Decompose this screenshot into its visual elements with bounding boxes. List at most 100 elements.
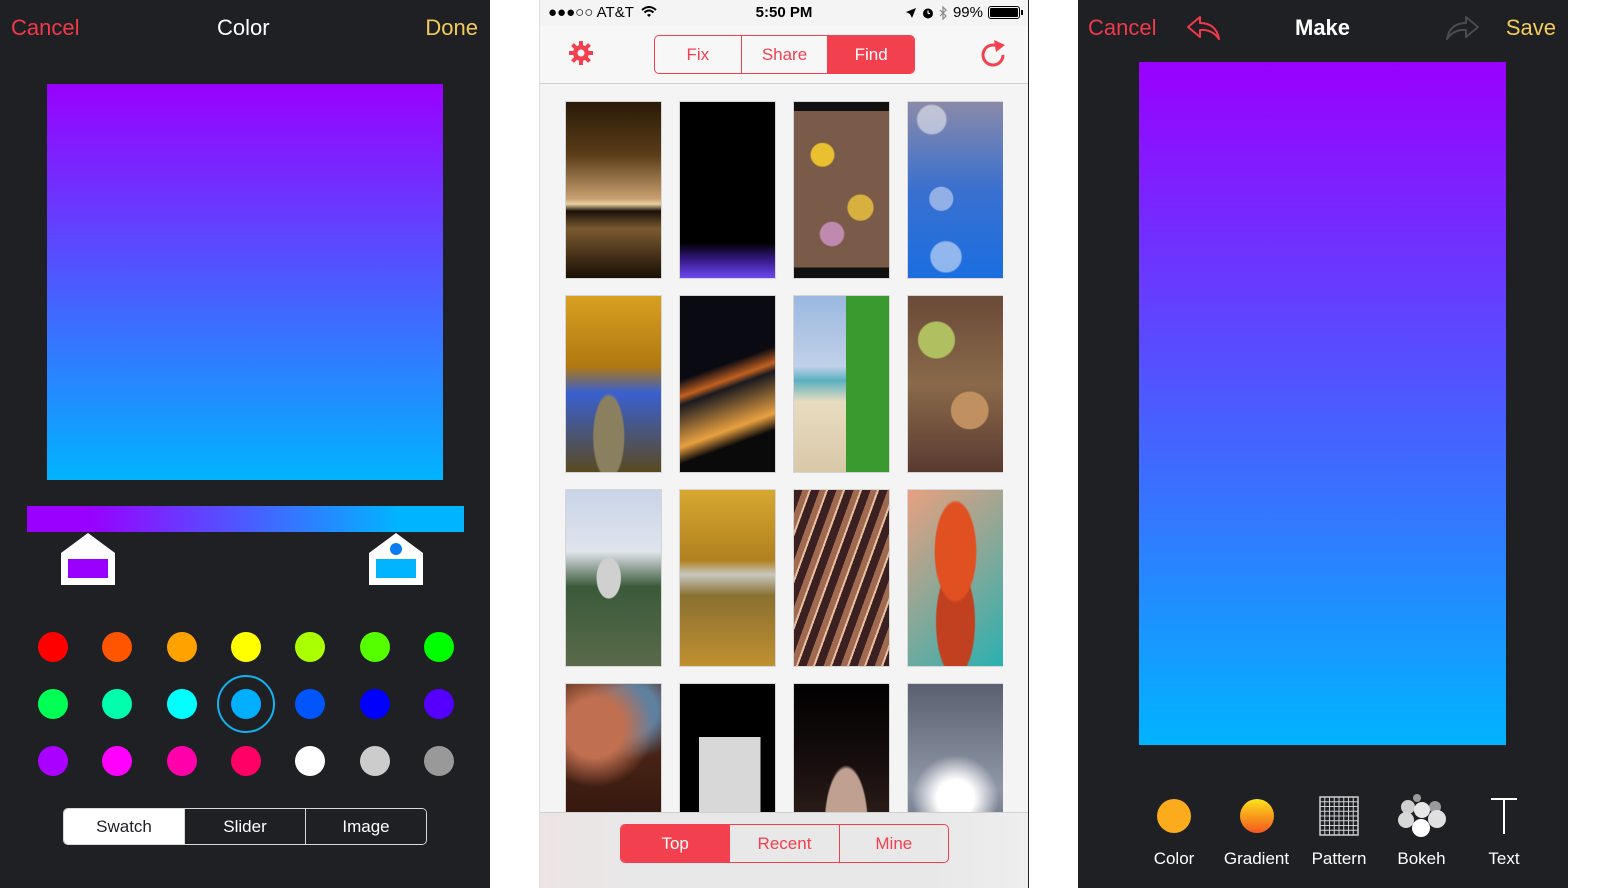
wallpaper-thumbnail[interactable] xyxy=(793,295,890,473)
tool-label: Text xyxy=(1488,849,1520,868)
tool-label: Pattern xyxy=(1311,849,1367,868)
refresh-icon[interactable] xyxy=(980,38,1008,73)
undo-icon[interactable] xyxy=(1186,15,1222,46)
color-swatch[interactable] xyxy=(281,618,339,676)
color-swatch[interactable] xyxy=(153,732,211,790)
bluetooth-icon xyxy=(939,5,947,20)
tab-top[interactable]: Top xyxy=(621,825,730,862)
tab-recent[interactable]: Recent xyxy=(729,825,838,862)
color-swatch[interactable] xyxy=(410,618,468,676)
gradient-stop-end-handle[interactable] xyxy=(369,533,423,585)
cancel-button[interactable]: Cancel xyxy=(1088,15,1156,41)
wallpaper-thumbnail[interactable] xyxy=(565,101,662,279)
swatch-dot xyxy=(230,745,261,776)
done-button[interactable]: Done xyxy=(425,15,478,41)
wallpaper-canvas xyxy=(1139,62,1506,745)
status-right: 99% xyxy=(905,4,1023,21)
wallpaper-thumbnail[interactable] xyxy=(907,683,1003,812)
swatch-row xyxy=(24,674,468,733)
color-swatch[interactable] xyxy=(281,675,339,733)
color-swatch[interactable] xyxy=(153,618,211,676)
color-swatch[interactable] xyxy=(410,732,468,790)
swatch-dot xyxy=(423,745,454,776)
color-swatch[interactable] xyxy=(346,675,404,733)
color-navbar: Cancel Color Done xyxy=(0,0,490,58)
wallpaper-thumbnail[interactable] xyxy=(679,489,776,667)
wallpaper-thumbnail[interactable] xyxy=(679,101,776,279)
swatch-dot xyxy=(102,631,133,662)
wallpaper-thumbnail[interactable] xyxy=(565,683,662,812)
tool-gradient[interactable]: Gradient xyxy=(1217,795,1297,869)
color-swatch[interactable] xyxy=(24,618,82,676)
wallpaper-thumbnail[interactable] xyxy=(793,489,890,667)
tool-pattern[interactable]: Pattern xyxy=(1299,795,1379,869)
swatch-dot xyxy=(359,745,390,776)
color-swatch[interactable] xyxy=(217,732,275,790)
tab-slider[interactable]: Slider xyxy=(184,809,305,844)
find-navbar: Fix Share Find xyxy=(540,26,1028,84)
color-swatch[interactable] xyxy=(88,732,146,790)
tab-share[interactable]: Share xyxy=(740,36,828,73)
color-swatch[interactable] xyxy=(24,675,82,733)
color-swatch[interactable] xyxy=(216,674,275,733)
swatch-dot xyxy=(166,745,197,776)
gradient-bar[interactable] xyxy=(27,506,464,532)
redo-icon[interactable] xyxy=(1444,15,1480,46)
text-icon xyxy=(1491,798,1517,834)
tab-find[interactable]: Find xyxy=(827,36,914,73)
wallpaper-thumbnail[interactable] xyxy=(679,683,776,812)
cancel-button[interactable]: Cancel xyxy=(11,15,79,41)
location-arrow-icon xyxy=(905,7,916,18)
gradient-stop-start-handle[interactable] xyxy=(61,533,115,585)
wallpaper-thumbnail[interactable] xyxy=(907,489,1003,667)
swatch-dot xyxy=(230,631,261,662)
wallpaper-thumbnail[interactable] xyxy=(907,295,1003,473)
color-swatch[interactable] xyxy=(346,732,404,790)
find-screen: ●●●○○ AT&T 5:50 PM 99% Fix Share Find To… xyxy=(539,0,1029,888)
tab-fix[interactable]: Fix xyxy=(655,36,741,73)
swatch-dot xyxy=(295,631,326,662)
selected-indicator-icon xyxy=(390,543,402,555)
tool-bokeh[interactable]: Bokeh xyxy=(1382,794,1462,869)
color-swatch[interactable] xyxy=(281,732,339,790)
wallpaper-thumbnail[interactable] xyxy=(793,101,890,279)
wallpaper-thumbnail[interactable] xyxy=(907,101,1003,279)
tool-text[interactable]: Text xyxy=(1464,795,1544,869)
main-tabs: Fix Share Find xyxy=(654,35,915,74)
make-screen: Cancel Make Save Color Gradient Pattern xyxy=(1078,0,1568,888)
gradient-preview xyxy=(47,84,443,480)
wallpaper-thumbnail[interactable] xyxy=(565,489,662,667)
tab-image[interactable]: Image xyxy=(305,809,426,844)
swatch-dot xyxy=(38,631,68,662)
color-swatch[interactable] xyxy=(217,618,275,676)
tool-color[interactable]: Color xyxy=(1134,795,1214,869)
pattern-icon xyxy=(1319,796,1359,836)
color-swatch[interactable] xyxy=(410,675,468,733)
bottom-toolbar: Top Recent Mine xyxy=(540,812,1028,888)
page-edge xyxy=(1568,0,1600,888)
color-swatch[interactable] xyxy=(24,732,82,790)
swatch-dot xyxy=(295,688,326,719)
alarm-icon xyxy=(922,8,933,18)
gear-icon[interactable] xyxy=(568,40,594,71)
color-swatch[interactable] xyxy=(153,675,211,733)
tool-bar: Color Gradient Pattern Bokeh Text xyxy=(1134,794,1544,869)
battery-percent: 99% xyxy=(952,4,983,21)
color-swatch[interactable] xyxy=(88,618,146,676)
swatch-dot xyxy=(295,745,326,776)
page-title: Color xyxy=(217,15,270,40)
swatch-dot xyxy=(359,631,390,662)
swatch-dot xyxy=(166,631,197,662)
color-swatch[interactable] xyxy=(88,675,146,733)
color-screen: Cancel Color Done Swatch Slider Image xyxy=(0,0,490,888)
color-swatch[interactable] xyxy=(346,618,404,676)
wallpaper-thumbnail[interactable] xyxy=(793,683,890,812)
tab-swatch[interactable]: Swatch xyxy=(64,809,184,844)
gradient-icon xyxy=(1239,799,1274,833)
swatch-dot xyxy=(359,688,390,719)
stop-handle-icon xyxy=(369,533,423,585)
wallpaper-thumbnail[interactable] xyxy=(679,295,776,473)
tab-mine[interactable]: Mine xyxy=(838,825,948,862)
save-button[interactable]: Save xyxy=(1506,15,1556,41)
wallpaper-thumbnail[interactable] xyxy=(565,295,662,473)
